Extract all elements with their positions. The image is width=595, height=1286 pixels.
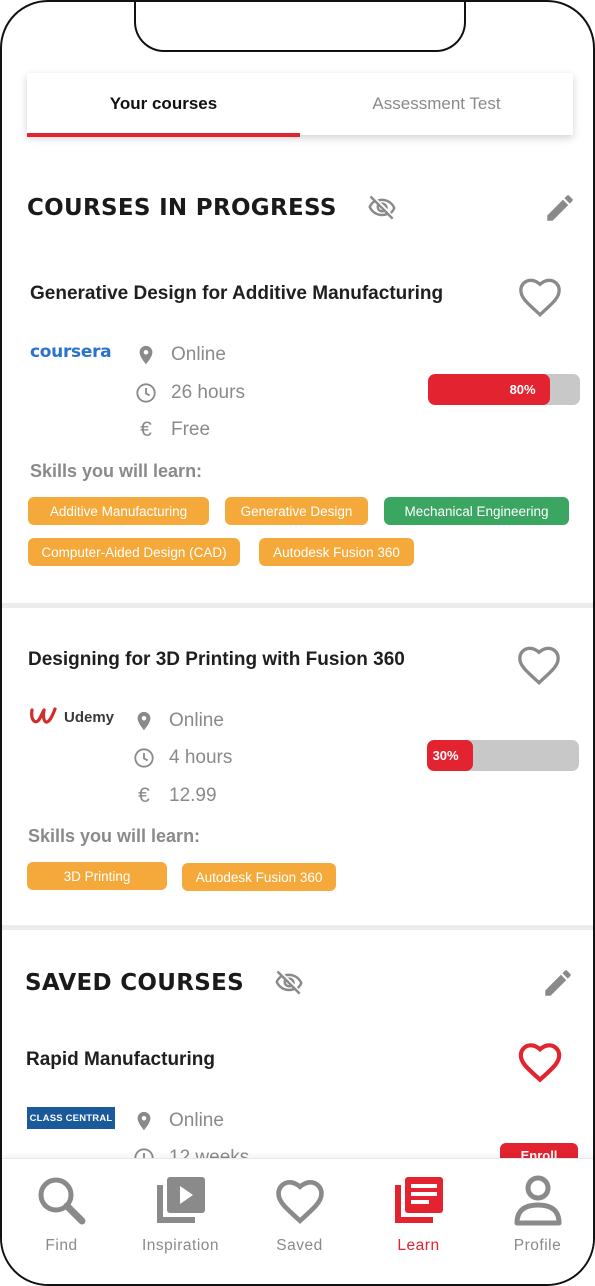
course-title[interactable]: Generative Design for Additive Manufactu… — [30, 283, 443, 305]
divider — [2, 925, 593, 930]
skill-chip[interactable]: Additive Manufacturing — [28, 497, 209, 525]
section-title-saved: SAVED COURSES — [25, 970, 244, 996]
nav-learn[interactable]: Learn — [359, 1159, 478, 1284]
location-pin-icon — [133, 710, 155, 732]
skill-chip[interactable]: 3D Printing — [27, 862, 167, 890]
provider-name: coursera — [30, 342, 112, 362]
divider — [2, 603, 593, 608]
section-title-in-progress: COURSES IN PROGRESS — [27, 195, 337, 221]
progress-label: 80% — [509, 382, 536, 397]
location-row: Online — [135, 344, 226, 366]
nav-inspiration[interactable]: Inspiration — [121, 1159, 240, 1284]
media-icon — [156, 1177, 205, 1223]
in-progress-header: COURSES IN PROGRESS — [27, 188, 577, 228]
course-title[interactable]: Rapid Manufacturing — [26, 1049, 215, 1071]
eye-off-icon[interactable] — [363, 193, 401, 223]
skill-chip[interactable]: Autodesk Fusion 360 — [259, 538, 414, 566]
euro-icon: € — [138, 784, 150, 807]
nav-label: Find — [45, 1237, 78, 1254]
edit-icon[interactable] — [541, 966, 575, 1000]
provider-name: CLASS CENTRAL — [29, 1112, 113, 1124]
provider-logo-udemy: Udemy — [28, 704, 114, 730]
progress-label: 30% — [432, 748, 459, 763]
heart-icon — [275, 1179, 324, 1225]
skill-chip[interactable]: Autodesk Fusion 360 — [182, 863, 336, 891]
duration-text: 26 hours — [171, 382, 245, 403]
location-pin-icon — [133, 1110, 155, 1132]
eye-off-icon[interactable] — [270, 968, 308, 998]
bottom-nav: Find Inspiration Saved Learn Profile — [2, 1158, 593, 1284]
euro-icon: € — [140, 418, 152, 441]
heart-outline-icon[interactable] — [511, 640, 567, 690]
price-row: € Free — [135, 418, 211, 441]
provider-logo-coursera: coursera — [30, 342, 112, 362]
nav-label: Learn — [397, 1237, 440, 1254]
course-title[interactable]: Designing for 3D Printing with Fusion 36… — [28, 649, 405, 671]
tab-your-courses[interactable]: Your courses — [27, 73, 300, 137]
heart-filled-icon[interactable] — [512, 1037, 568, 1087]
edit-icon[interactable] — [543, 191, 577, 225]
nav-label: Saved — [276, 1237, 323, 1254]
progress-bar: 80% — [428, 374, 580, 405]
provider-name: Udemy — [64, 708, 115, 726]
location-text: Online — [169, 710, 224, 731]
nav-find[interactable]: Find — [2, 1159, 121, 1284]
duration-row: 26 hours — [135, 382, 245, 404]
skills-label: Skills you will learn: — [28, 826, 201, 846]
price-text: 12.99 — [169, 785, 217, 806]
price-text: Free — [171, 419, 211, 440]
progress-fill: 30% — [427, 740, 473, 771]
nav-label: Profile — [513, 1237, 562, 1254]
skill-chip[interactable]: Generative Design — [225, 497, 368, 525]
location-text: Online — [169, 1110, 224, 1131]
location-row: Online — [133, 710, 224, 732]
location-text: Online — [171, 344, 226, 365]
price-row: € 12.99 — [133, 784, 217, 807]
duration-text: 4 hours — [169, 747, 233, 768]
provider-logo-classcentral: CLASS CENTRAL — [27, 1107, 115, 1129]
heart-outline-icon[interactable] — [512, 272, 568, 322]
progress-fill: 80% — [428, 374, 550, 405]
skill-chip[interactable]: Computer-Aided Design (CAD) — [28, 538, 240, 566]
phone-notch — [134, 2, 466, 52]
phone-frame: Your courses Assessment Test COURSES IN … — [0, 0, 595, 1286]
tab-assessment-test[interactable]: Assessment Test — [300, 73, 573, 135]
clock-icon — [133, 747, 155, 769]
location-pin-icon — [135, 344, 157, 366]
book-icon — [394, 1177, 443, 1223]
user-icon — [514, 1175, 561, 1226]
nav-profile[interactable]: Profile — [478, 1159, 593, 1284]
nav-label: Inspiration — [141, 1237, 219, 1254]
skill-chip[interactable]: Mechanical Engineering — [384, 497, 569, 525]
progress-bar: 30% — [427, 740, 579, 771]
skills-label: Skills you will learn: — [30, 461, 203, 481]
location-row: Online — [133, 1110, 224, 1132]
udemy-logo-icon — [30, 707, 57, 724]
tab-bar: Your courses Assessment Test — [27, 73, 573, 137]
clock-icon — [135, 382, 157, 404]
nav-saved[interactable]: Saved — [240, 1159, 359, 1284]
duration-row: 4 hours — [133, 747, 232, 769]
search-icon — [38, 1177, 85, 1225]
saved-header: SAVED COURSES — [25, 963, 575, 1003]
